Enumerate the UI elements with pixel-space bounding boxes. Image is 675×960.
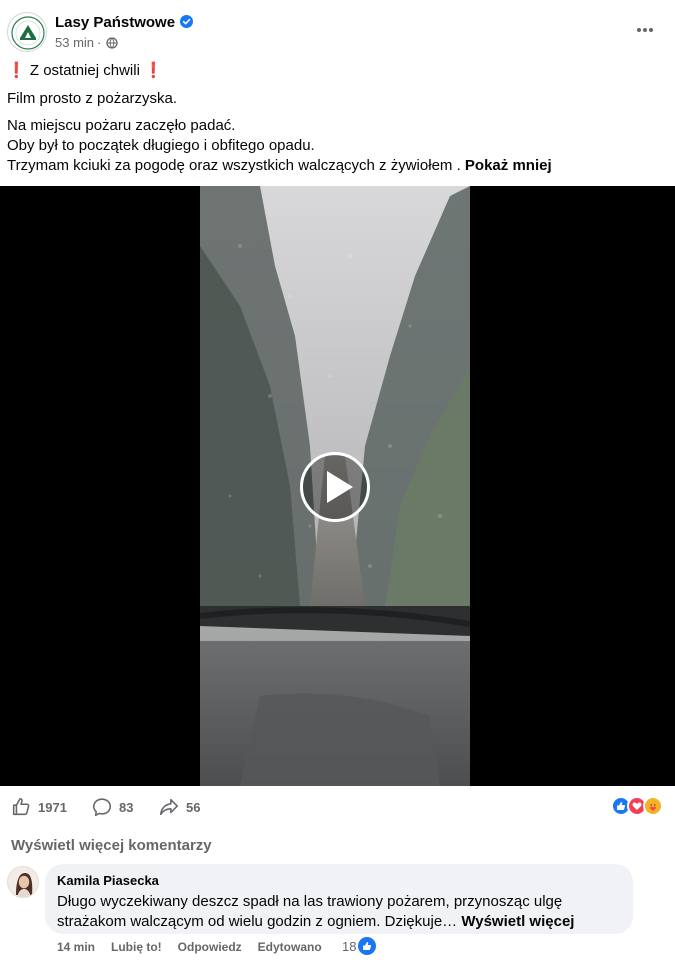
see-more-link[interactable]: Wyświetl więcej bbox=[461, 913, 574, 930]
post-text-line-2: Film prosto z pożarzyska. bbox=[7, 90, 178, 107]
care-reaction-icon bbox=[643, 796, 663, 816]
show-less-link[interactable]: Pokaż mniej bbox=[465, 157, 552, 174]
like-button[interactable]: 1971 bbox=[10, 796, 67, 818]
post-stats-bar: 1971 83 56 bbox=[0, 786, 675, 828]
meta-separator: · bbox=[97, 35, 102, 50]
video-player[interactable] bbox=[0, 186, 675, 786]
comment-icon bbox=[92, 798, 112, 817]
comment-actions: 14 min Lubię to! Odpowiedz Edytowano bbox=[57, 940, 338, 954]
headline-text: Z ostatniej chwili bbox=[29, 62, 140, 79]
comment-reaction-count[interactable]: 18 bbox=[342, 937, 377, 955]
like-count: 1971 bbox=[38, 799, 67, 815]
share-button[interactable]: 56 bbox=[158, 796, 200, 818]
post-text-line-4: Oby był to początek długiego i obfitego … bbox=[7, 137, 315, 154]
comment-like-button[interactable]: Lubię to! bbox=[111, 940, 162, 954]
globe-icon bbox=[106, 36, 119, 49]
post-text-line-3: Na miejscu pożaru zaczęło padać. bbox=[7, 117, 236, 134]
like-reaction-icon bbox=[358, 937, 377, 955]
comment-time[interactable]: 14 min bbox=[57, 940, 95, 954]
post-time[interactable]: 53 min bbox=[55, 35, 94, 50]
more-options-icon[interactable] bbox=[635, 20, 655, 40]
page-avatar[interactable] bbox=[7, 12, 47, 52]
verified-badge-icon bbox=[180, 15, 194, 28]
reaction-summary[interactable] bbox=[611, 796, 663, 816]
exclamation-icon: ❗ bbox=[7, 62, 26, 79]
post-header: Lasy Państwowe 53 min · bbox=[0, 0, 675, 60]
play-icon[interactable] bbox=[300, 452, 370, 522]
view-more-comments-link[interactable]: Wyświetl więcej komentarzy bbox=[11, 837, 212, 854]
share-icon bbox=[159, 798, 179, 816]
page-name-text[interactable]: Lasy Państwowe bbox=[55, 14, 175, 31]
comment-reply-button[interactable]: Odpowiedz bbox=[178, 940, 242, 954]
comment-like-count: 18 bbox=[342, 938, 357, 954]
post-meta: 53 min · bbox=[55, 35, 119, 50]
thumbs-up-icon bbox=[12, 797, 30, 816]
page-name[interactable]: Lasy Państwowe bbox=[55, 14, 194, 31]
share-count: 56 bbox=[186, 799, 201, 815]
commenter-avatar[interactable] bbox=[7, 866, 39, 898]
comment-count: 83 bbox=[119, 799, 134, 815]
comment-bubble: Kamila Piasecka Długo wyczekiwany deszcz… bbox=[45, 864, 633, 934]
comment-button[interactable]: 83 bbox=[91, 796, 133, 818]
comment-text: Długo wyczekiwany deszcz spadł na las tr… bbox=[57, 892, 621, 932]
exclamation-icon: ❗ bbox=[144, 62, 163, 79]
post-text-line-1: ❗ Z ostatniej chwili ❗ bbox=[7, 61, 667, 81]
post-text-line-5-body: Trzymam kciuki za pogodę oraz wszystkich… bbox=[7, 157, 461, 174]
commenter-avatar-photo bbox=[8, 867, 38, 897]
comment-author[interactable]: Kamila Piasecka bbox=[57, 873, 621, 889]
post-text-line-5: Trzymam kciuki za pogodę oraz wszystkich… bbox=[7, 156, 667, 176]
lasy-panstwowe-logo bbox=[11, 16, 45, 50]
comment-edited-label[interactable]: Edytowano bbox=[258, 940, 322, 954]
